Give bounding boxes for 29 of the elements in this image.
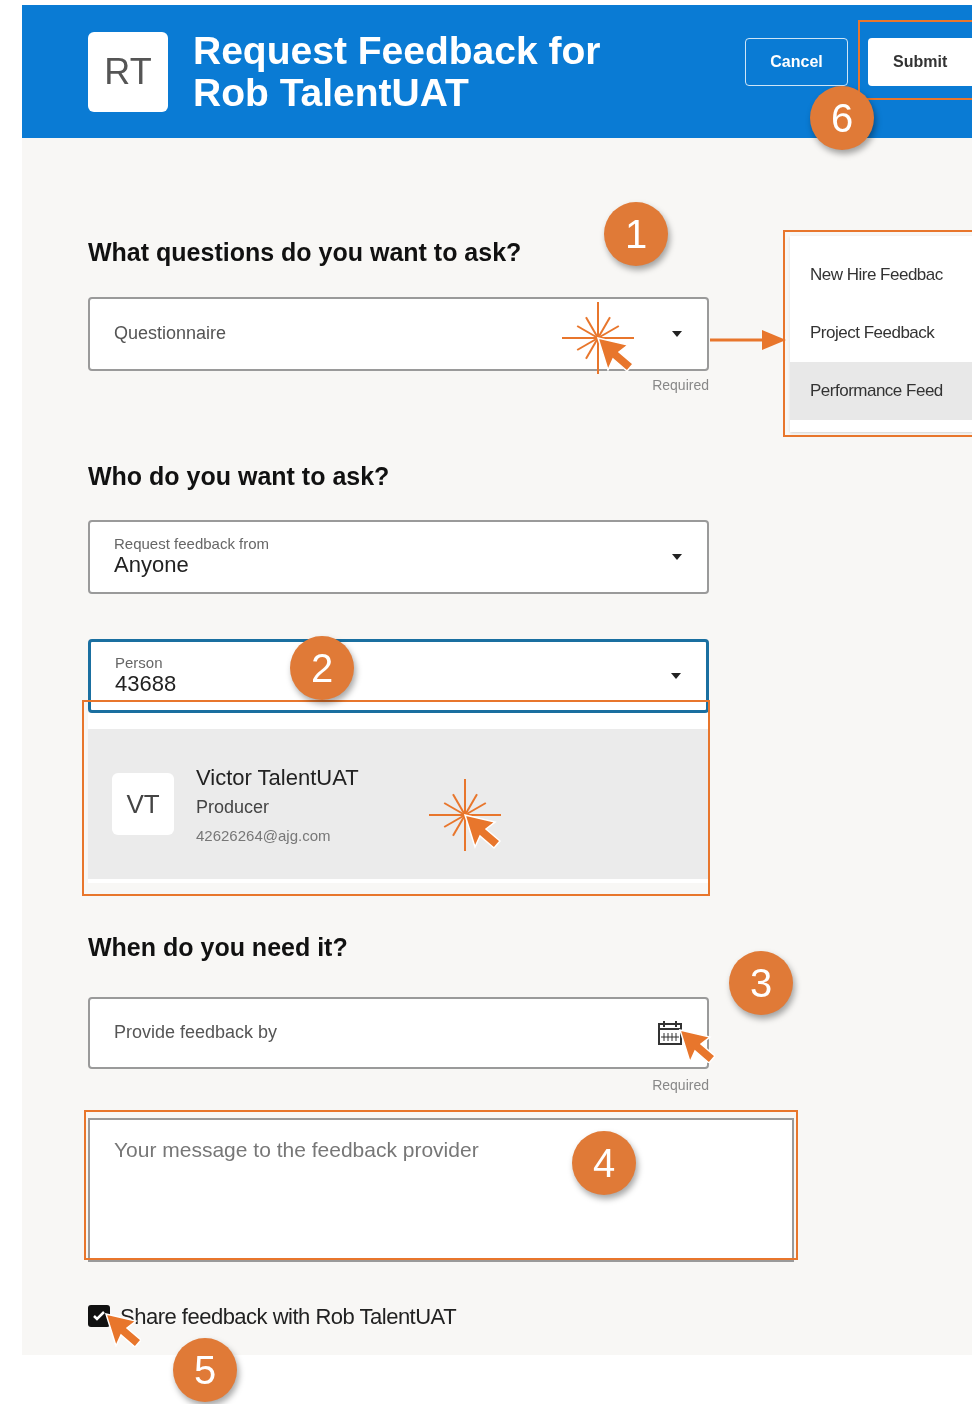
page-title: Rob TalentUAT bbox=[193, 71, 470, 114]
field-label: Request feedback from bbox=[114, 536, 270, 552]
dropdown-caret-icon[interactable] bbox=[670, 672, 682, 680]
date-field[interactable]: Provide feedback by bbox=[88, 996, 709, 1069]
avatar: VT bbox=[112, 773, 174, 835]
required-hint: Required bbox=[652, 375, 709, 395]
section-heading: When do you need it? bbox=[88, 932, 349, 963]
section-heading: Who do you want to ask? bbox=[88, 460, 391, 492]
calendar-icon[interactable] bbox=[657, 1019, 683, 1046]
person-name: Victor TalentUAT bbox=[196, 763, 359, 792]
dropdown-caret-icon[interactable] bbox=[671, 553, 683, 561]
field-value: 43688 bbox=[115, 671, 177, 697]
field-label: Person bbox=[115, 655, 164, 671]
page-title: Request Feedback for bbox=[193, 29, 601, 72]
cancel-button[interactable]: Cancel bbox=[745, 38, 848, 86]
field-value: Anyone bbox=[114, 552, 190, 578]
checkbox[interactable] bbox=[88, 1305, 110, 1327]
menu-item[interactable]: Performance Feed bbox=[790, 362, 972, 420]
submit-button[interactable]: Submit bbox=[868, 38, 972, 86]
step-number-badge: 5 bbox=[173, 1338, 237, 1402]
dropdown-caret-icon[interactable] bbox=[671, 329, 683, 338]
required-hint: Required bbox=[652, 1075, 709, 1095]
person-result-item[interactable]: VT Victor TalentUAT Producer 42626264@ajg.com bbox=[88, 729, 709, 879]
questionnaire-dropdown[interactable]: Questionnaire bbox=[88, 296, 709, 371]
person-email: 42626264@ajg.com bbox=[196, 825, 332, 846]
person-title: Producer bbox=[196, 795, 271, 819]
avatar: RT bbox=[88, 31, 168, 112]
request-from-dropdown[interactable]: Request feedback from Anyone bbox=[88, 520, 709, 594]
cursor-icon bbox=[679, 1029, 715, 1063]
